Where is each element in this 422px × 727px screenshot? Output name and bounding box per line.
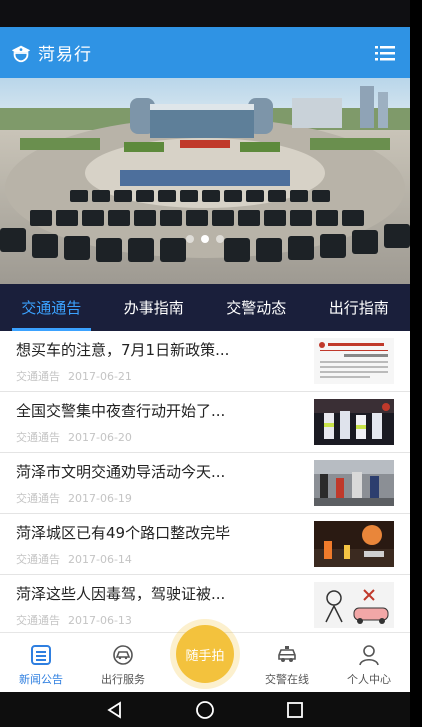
tab-travel-guide[interactable]: 出行指南: [308, 284, 411, 331]
tab-traffic-notice[interactable]: 交通通告: [0, 284, 103, 331]
news-date: 2017-06-19: [68, 491, 132, 505]
news-category: 交通通告: [16, 369, 60, 383]
news-category: 交通通告: [16, 491, 60, 505]
news-title: 菏泽这些人因毒驾，驾驶证被...: [16, 584, 226, 603]
nav-personal-center[interactable]: 个人中心: [328, 633, 410, 692]
carousel-dot[interactable]: [186, 235, 194, 243]
news-date: 2017-06-13: [68, 613, 132, 627]
list-menu-icon: [375, 45, 395, 60]
nav-travel-service[interactable]: 出行服务: [82, 633, 164, 692]
news-title: 菏泽城区已有49个路口整改完毕: [16, 523, 231, 542]
news-title: 菏泽市文明交通劝导活动今天...: [16, 462, 226, 481]
recents-square-icon: [287, 701, 303, 718]
menu-button[interactable]: [374, 42, 396, 64]
home-button[interactable]: [194, 699, 216, 721]
system-navigation-bar: [0, 692, 410, 727]
banner-image: [0, 78, 410, 284]
news-tabs: 交通通告 办事指南 交警动态 出行指南: [0, 284, 410, 331]
news-item[interactable]: 想买车的注意，7月1日新政策... 交通通告 2017-06-21: [0, 331, 410, 392]
status-bar: [0, 0, 410, 27]
snapshot-report-button[interactable]: 随手拍: [176, 625, 234, 683]
news-thumbnail-cartoon: [314, 582, 394, 628]
news-category: 交通通告: [16, 613, 60, 627]
police-car-icon: [278, 646, 296, 662]
carousel-indicator: [0, 235, 410, 243]
news-thumbnail-street: [314, 460, 394, 506]
news-date: 2017-06-21: [68, 369, 132, 383]
back-button[interactable]: [104, 699, 126, 721]
banner-carousel[interactable]: [0, 78, 410, 284]
app-title: 菏易行: [38, 45, 92, 65]
nav-label: 个人中心: [347, 673, 391, 686]
news-title: 想买车的注意，7月1日新政策...: [16, 340, 230, 359]
news-item[interactable]: 菏泽这些人因毒驾，驾驶证被... 交通通告 2017-06-13: [0, 575, 410, 632]
home-circle-icon: [196, 700, 214, 719]
tab-police-news[interactable]: 交警动态: [205, 284, 308, 331]
app-bar: 菏易行: [0, 27, 410, 78]
news-list: 想买车的注意，7月1日新政策... 交通通告 2017-06-21 全国交警集中夜…: [0, 331, 410, 632]
news-thumbnail-document: [314, 338, 394, 384]
travel-service-icon: [113, 645, 133, 665]
news-date: 2017-06-14: [68, 552, 132, 566]
nav-label: 新闻公告: [19, 673, 63, 686]
nav-police-online[interactable]: 交警在线: [246, 633, 328, 692]
news-icon: [31, 645, 51, 665]
news-item[interactable]: 菏泽市文明交通劝导活动今天... 交通通告 2017-06-19: [0, 453, 410, 514]
back-triangle-icon: [107, 700, 121, 719]
tab-service-guide[interactable]: 办事指南: [103, 284, 206, 331]
nav-label: 出行服务: [101, 673, 145, 686]
news-title: 全国交警集中夜查行动开始了...: [16, 401, 226, 420]
news-thumbnail-night-check: [314, 399, 394, 445]
police-cap-logo-icon: [11, 45, 31, 62]
nav-news[interactable]: 新闻公告: [0, 633, 82, 692]
news-category: 交通通告: [16, 430, 60, 444]
news-category: 交通通告: [16, 552, 60, 566]
news-item[interactable]: 全国交警集中夜查行动开始了... 交通通告 2017-06-20: [0, 392, 410, 453]
recents-button[interactable]: [284, 699, 306, 721]
bottom-navigation: 新闻公告 出行服务 随手拍 交警在线 个人中心: [0, 625, 410, 692]
news-item[interactable]: 菏泽城区已有49个路口整改完毕 交通通告 2017-06-14: [0, 514, 410, 575]
phone-screen: 菏易行 交通通告 办事指南 交警动态 出行指南 想买车的注意，7月1日新政策..…: [0, 0, 410, 727]
nav-center-slot: 随手拍: [164, 625, 246, 692]
person-icon: [359, 645, 379, 666]
carousel-dot[interactable]: [201, 235, 209, 243]
news-thumbnail-road-work: [314, 521, 394, 567]
carousel-dot[interactable]: [216, 235, 224, 243]
nav-label: 交警在线: [265, 673, 309, 686]
news-date: 2017-06-20: [68, 430, 132, 444]
